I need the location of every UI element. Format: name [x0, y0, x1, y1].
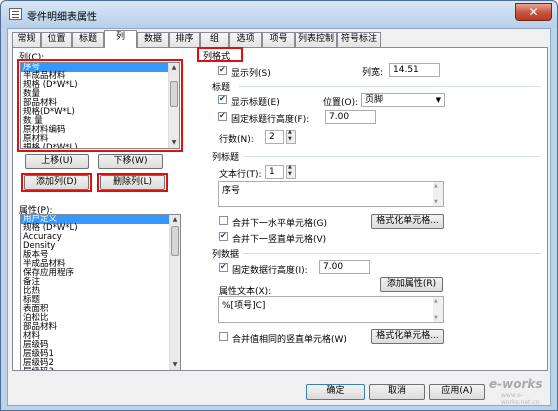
column-list-item[interactable]: 规格(D*W*L) — [21, 108, 179, 117]
properties-list[interactable]: 用户定义 规格 (D*W*L) Accuracy Density 版本号 半成品材料 保存应… — [20, 214, 181, 371]
scroll-up-icon[interactable]: ▲ — [170, 215, 180, 225]
merge-horizontal-label: 合并下一水平单元格(G) — [232, 219, 327, 229]
scroll-thumb[interactable] — [171, 226, 179, 256]
fixed-data-height-checkbox[interactable] — [219, 262, 228, 272]
tab-options[interactable]: 选项 — [229, 32, 262, 47]
property-list-item[interactable]: 比热 — [21, 287, 180, 296]
fixed-title-height-label: 固定标题行高度(F): — [231, 115, 310, 125]
watermark-logo: e-works — [489, 377, 543, 391]
show-title-checkbox[interactable] — [218, 94, 227, 104]
scroll-up-icon[interactable]: ▲ — [169, 63, 179, 73]
scroll-thumb[interactable] — [170, 81, 178, 107]
position-value: 页脚 — [365, 95, 384, 105]
column-title-separator — [243, 156, 541, 157]
add-attribute-button[interactable]: 添加属性(R) — [380, 277, 443, 292]
scroll-down-icon[interactable]: ▼ — [170, 360, 180, 370]
title-height-input[interactable]: 7.00 — [325, 110, 376, 124]
ok-button[interactable]: 确定 — [306, 384, 365, 400]
fixed-title-height-checkbox[interactable] — [218, 111, 227, 121]
rows-input[interactable]: 2 — [265, 130, 284, 144]
column-list-item[interactable]: 規格 (D*W*L) — [21, 144, 179, 149]
merge-horizontal-checkbox[interactable] — [219, 216, 228, 225]
tab-list-control[interactable]: 列表控制 — [295, 32, 337, 47]
title-separator — [239, 86, 541, 87]
property-list-item[interactable]: 备注 — [21, 278, 180, 287]
show-title-label: 显示标题(E) — [231, 98, 280, 108]
columns-scrollbar[interactable]: ▲ ▼ — [168, 63, 179, 148]
merge-same-checkbox[interactable] — [219, 332, 228, 341]
properties-scrollbar[interactable]: ▲ ▼ — [169, 215, 180, 370]
property-list-item[interactable]: 保存应用程序 — [21, 269, 180, 278]
text-rows-label: 文本行(T): — [219, 170, 262, 180]
text-rows-input[interactable]: 1 — [265, 165, 284, 179]
column-title-section-label: 列标题 — [212, 153, 240, 163]
watermark-url: www.e-works.net.cn — [501, 392, 540, 406]
dialog-client: 常规 位置 标题 列 数据 排序 组 选项 项号 列表控制 符号标注 列(C):… — [7, 28, 551, 406]
position-select[interactable]: 页脚 ▼ — [361, 93, 445, 107]
tab-group[interactable]: 组 — [200, 32, 229, 47]
tab-general[interactable]: 常规 — [12, 32, 41, 47]
text-rows-spinner[interactable] — [286, 164, 296, 179]
merge-vertical-checkbox[interactable] — [219, 231, 228, 241]
tab-symbol-label[interactable]: 符号标注 — [337, 32, 381, 47]
tab-title[interactable]: 标题 — [72, 32, 104, 47]
column-data-section-label: 列数据 — [212, 250, 240, 260]
column-list-item[interactable]: 规格 (D*W*L) — [21, 81, 179, 90]
tab-sort[interactable]: 排序 — [169, 32, 200, 47]
property-list-item[interactable]: 部品材料 — [21, 323, 180, 332]
attribute-text: %[项号]C] — [222, 301, 266, 311]
format-cells-button-2[interactable]: 格式化单元格... — [371, 329, 444, 344]
merge-vertical-label: 合并下一竖直单元格(V) — [232, 235, 327, 245]
merge-same-label: 合并值相同的竖直单元格(W) — [232, 335, 347, 345]
fixed-data-height-label: 固定数据行高度(I): — [232, 266, 308, 276]
delete-column-button[interactable]: 删除列(L) — [100, 175, 165, 190]
show-column-label: 显示列(S) — [231, 69, 271, 79]
move-up-button[interactable]: 上移(U) — [25, 154, 89, 169]
tab-item-number[interactable]: 项号 — [262, 32, 295, 47]
show-column-checkbox[interactable] — [218, 65, 227, 75]
title-section-label: 标题 — [212, 83, 231, 93]
move-down-button[interactable]: 下移(W) — [98, 154, 163, 169]
attribute-textarea[interactable]: %[项号]C] — [218, 296, 444, 323]
cancel-button[interactable]: 取消 — [369, 384, 425, 400]
column-width-label: 列宽: — [362, 68, 384, 78]
rows-spinner[interactable] — [286, 129, 296, 144]
position-label: 位置(O): — [323, 98, 359, 108]
rows-label: 行数(N): — [219, 135, 254, 145]
column-title-text: 序号 — [222, 186, 241, 196]
column-format-title: 列格式 — [203, 52, 231, 62]
tab-columns[interactable]: 列 — [104, 30, 137, 48]
format-cells-button-1[interactable]: 格式化单元格... — [371, 214, 444, 229]
textarea-scrollbar[interactable] — [433, 297, 443, 322]
title-bar: 零件明细表属性 ✕ — [1, 1, 557, 28]
scroll-down-icon[interactable]: ▼ — [169, 138, 179, 148]
window-title: 零件明细表属性 — [27, 12, 97, 23]
tab-position[interactable]: 位置 — [41, 32, 72, 47]
column-data-separator — [243, 253, 541, 254]
dialog-window: 零件明细表属性 ✕ 常规 位置 标题 列 数据 排序 组 选项 项号 列表控制 … — [0, 0, 558, 411]
tab-panel-columns: 列(C): 序号 半成品材料 规格 (D*W*L) 数量 部品材料 规格(D*W*L) 数 … — [12, 47, 548, 371]
data-height-input[interactable]: 7.00 — [319, 260, 370, 274]
column-title-textarea[interactable]: 序号 — [218, 181, 444, 207]
tab-data[interactable]: 数据 — [137, 32, 169, 47]
add-column-button[interactable]: 添加列(D) — [24, 175, 89, 190]
chevron-down-icon: ▼ — [435, 96, 441, 104]
columns-list[interactable]: 序号 半成品材料 规格 (D*W*L) 数量 部品材料 规格(D*W*L) 数 量原材料编码… — [20, 62, 180, 149]
close-button[interactable]: ✕ — [515, 3, 552, 21]
apply-button[interactable]: 应用(A) — [429, 384, 485, 400]
column-width-input[interactable]: 14.51 — [389, 63, 440, 77]
document-icon — [9, 8, 22, 20]
property-list-item[interactable]: 层级码3 — [21, 368, 180, 371]
textarea-scrollbar[interactable] — [433, 182, 443, 206]
